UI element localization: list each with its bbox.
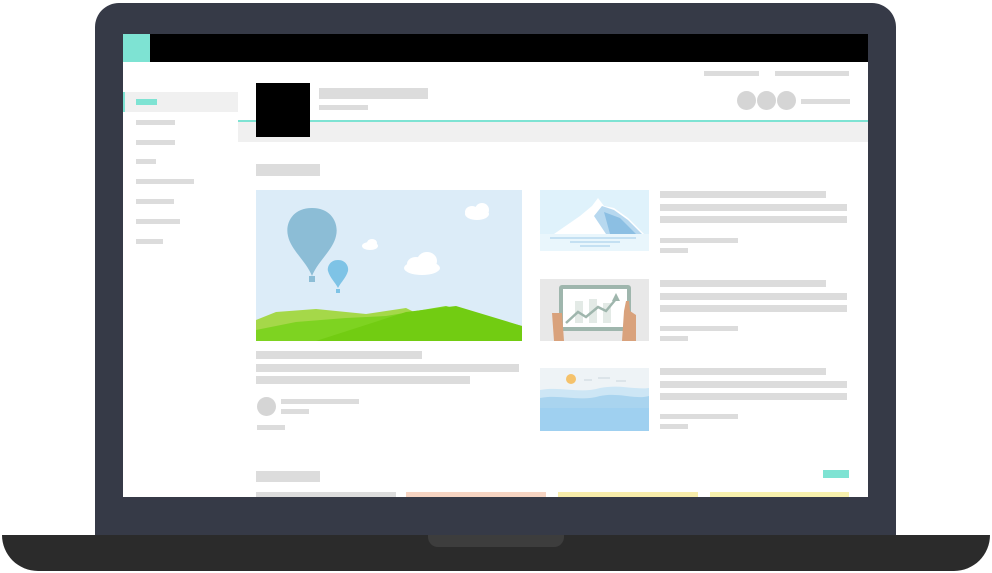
card-1-meta-2 xyxy=(660,248,688,253)
header-meta-text xyxy=(801,99,850,104)
author-name[interactable] xyxy=(281,399,359,404)
sidebar-active-indicator xyxy=(123,92,125,112)
sidebar-item-1-label xyxy=(136,99,157,105)
card-1-excerpt-line-1 xyxy=(660,204,847,211)
card-sea-image[interactable] xyxy=(540,368,649,431)
post-date xyxy=(281,409,309,414)
card-2-meta-1 xyxy=(660,326,738,331)
header-band xyxy=(238,120,868,142)
status-dot-3[interactable] xyxy=(777,91,796,110)
top-nav-link-1[interactable] xyxy=(704,71,759,76)
featured-image[interactable] xyxy=(256,190,522,341)
iceberg-illustration xyxy=(540,190,649,251)
card-2-excerpt-line-1 xyxy=(660,293,847,300)
header-accent-line xyxy=(238,120,868,122)
category-card-1[interactable] xyxy=(256,492,396,497)
category-card-3[interactable] xyxy=(558,492,698,497)
category-card-2[interactable] xyxy=(406,492,546,497)
sidebar-item-3[interactable] xyxy=(136,140,175,145)
hot-air-balloon-illustration xyxy=(256,190,522,341)
sidebar-item-7[interactable] xyxy=(136,219,180,224)
category-card-4[interactable] xyxy=(710,492,849,497)
tablet-chart-illustration xyxy=(540,279,649,341)
sidebar-item-2[interactable] xyxy=(136,120,175,125)
screen xyxy=(123,34,868,497)
page-title-placeholder xyxy=(319,88,428,99)
card-3-excerpt-line-2 xyxy=(660,393,847,400)
card-3-meta-1 xyxy=(660,414,738,419)
sidebar-item-5[interactable] xyxy=(136,179,194,184)
sidebar-item-4[interactable] xyxy=(136,159,156,164)
card-iceberg-image[interactable] xyxy=(540,190,649,251)
status-dot-2[interactable] xyxy=(757,91,776,110)
featured-excerpt-line-1 xyxy=(256,364,519,372)
card-1-title[interactable] xyxy=(660,191,826,198)
app-icon[interactable] xyxy=(123,34,150,62)
card-2-excerpt-line-2 xyxy=(660,305,847,312)
sunset-sea-illustration xyxy=(540,368,649,431)
featured-title[interactable] xyxy=(256,351,422,359)
card-3-title[interactable] xyxy=(660,368,826,375)
laptop-notch xyxy=(428,535,564,547)
status-dot-1[interactable] xyxy=(737,91,756,110)
view-all-button[interactable] xyxy=(823,470,849,478)
sidebar-item-6[interactable] xyxy=(136,199,174,204)
top-nav-link-2[interactable] xyxy=(775,71,849,76)
card-chart-image[interactable] xyxy=(540,279,649,341)
title-bar xyxy=(123,34,868,62)
page-subtitle-placeholder xyxy=(319,105,368,110)
card-2-title[interactable] xyxy=(660,280,826,287)
avatar[interactable] xyxy=(256,83,310,137)
section-2-heading xyxy=(256,471,320,482)
card-1-excerpt-line-2 xyxy=(660,216,847,223)
author-avatar[interactable] xyxy=(257,397,276,416)
featured-excerpt-line-2 xyxy=(256,376,470,384)
card-2-meta-2 xyxy=(660,336,688,341)
sidebar-item-8[interactable] xyxy=(136,239,163,244)
section-heading xyxy=(256,164,320,176)
card-3-meta-2 xyxy=(660,424,688,429)
post-meta xyxy=(257,425,285,430)
card-1-meta-1 xyxy=(660,238,738,243)
card-3-excerpt-line-1 xyxy=(660,381,847,388)
